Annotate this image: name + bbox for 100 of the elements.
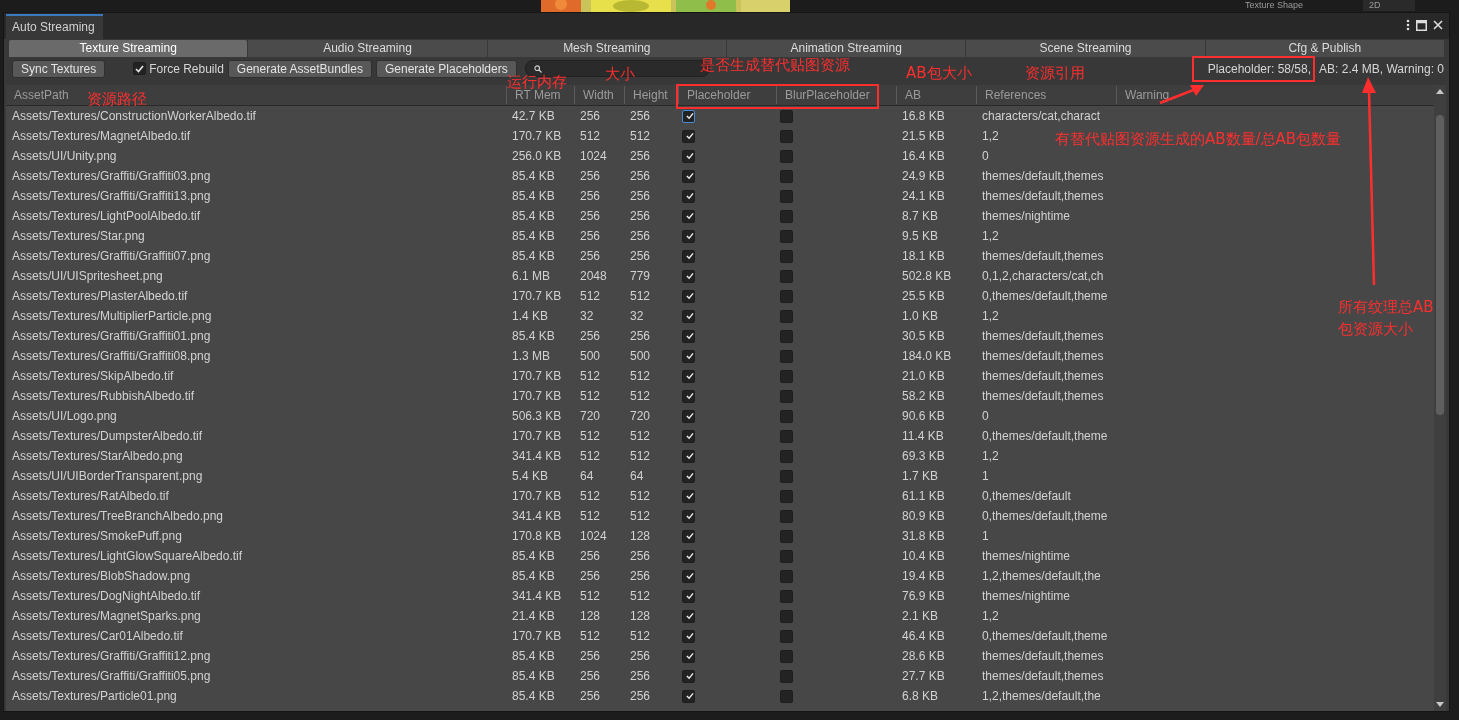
checkbox[interactable] [682,189,695,203]
checkbox[interactable] [682,529,695,543]
checkbox[interactable] [780,389,793,403]
checkbox[interactable] [682,409,695,423]
table-cell-text: Assets/Textures/RubbishAlbedo.tif [11,389,195,403]
column-header[interactable]: BlurPlaceholder [781,88,870,102]
checkbox[interactable] [682,609,695,623]
checkbox[interactable] [682,249,695,263]
column-header[interactable]: Placeholder [683,88,751,102]
more-icon[interactable] [1406,19,1410,31]
checkbox[interactable] [682,229,695,243]
checkbox[interactable] [780,289,793,303]
checkbox[interactable] [780,649,793,663]
checkbox[interactable] [682,469,695,483]
checkbox[interactable] [682,209,695,223]
checkbox[interactable] [780,109,793,123]
checkbox[interactable] [682,109,695,123]
tab[interactable]: Texture Streaming [9,40,248,57]
checkbox[interactable] [780,509,793,523]
table-cell-text: Assets/Textures/Car01Albedo.tif [11,629,183,643]
column-header[interactable]: AB [901,88,921,102]
column-header[interactable]: Warning [1121,88,1170,102]
checkbox[interactable] [780,609,793,623]
checkbox[interactable] [682,629,695,643]
checkbox[interactable] [780,589,793,603]
checkbox[interactable] [780,669,793,683]
checkbox[interactable] [682,569,695,583]
checkbox[interactable] [780,629,793,643]
checkbox[interactable] [682,269,695,283]
tab[interactable]: Mesh Streaming [487,40,726,57]
checkbox[interactable] [780,529,793,543]
table-cell-text: 85.4 KB [511,329,555,343]
inspector-dropdown[interactable]: 2D [1363,0,1416,11]
close-icon[interactable] [1433,20,1443,30]
scroll-down-icon[interactable] [1436,702,1444,707]
checkbox[interactable] [780,169,793,183]
checkbox[interactable] [780,349,793,363]
checkbox[interactable] [780,149,793,163]
checkbox[interactable] [682,649,695,663]
checkbox[interactable] [682,489,695,503]
checkbox[interactable] [682,389,695,403]
checkbox[interactable] [780,369,793,383]
checkbox[interactable] [780,689,793,703]
checkbox[interactable] [682,689,695,703]
table-cell-text: 18.1 KB [901,249,945,263]
tab[interactable]: Audio Streaming [248,40,487,57]
maximize-icon[interactable] [1416,19,1427,31]
checkbox[interactable] [682,509,695,523]
table-cell-text: 1 [981,529,989,543]
checkbox[interactable] [682,169,695,183]
checkbox[interactable] [682,349,695,363]
checkbox[interactable] [780,489,793,503]
checkbox[interactable] [780,229,793,243]
checkbox[interactable] [682,669,695,683]
checkbox[interactable] [780,209,793,223]
checkbox[interactable] [780,429,793,443]
table-cell-text: 1.7 KB [901,469,939,483]
column-header[interactable]: References [981,88,1047,102]
checkbox[interactable] [682,309,695,323]
window-tab[interactable]: Auto Streaming [6,14,103,39]
column-header[interactable]: Width [579,88,614,102]
checkbox[interactable] [682,429,695,443]
toolbar-button[interactable]: Sync Textures [12,59,106,78]
column-header[interactable]: RT Mem [511,88,561,102]
table-cell-text: 1,2 [981,309,999,323]
checkbox[interactable] [780,309,793,323]
checkbox[interactable] [682,369,695,383]
checkbox[interactable] [780,449,793,463]
checkbox[interactable] [780,249,793,263]
checkbox[interactable] [682,589,695,603]
checkbox[interactable] [780,469,793,483]
column-header[interactable]: AssetPath [10,88,69,102]
checkbox[interactable] [682,329,695,343]
table-cell-text: themes/nightime [981,209,1071,223]
checkbox[interactable] [780,409,793,423]
tab[interactable]: Cfg & Publish [1205,40,1444,57]
checkbox[interactable] [682,149,695,163]
checkbox[interactable] [682,449,695,463]
tab[interactable]: Scene Streaming [966,40,1205,57]
table-cell-text: 6.1 MB [511,269,550,283]
checkbox[interactable] [780,549,793,563]
table-cell-text: 128 [579,609,601,623]
checkbox[interactable] [682,289,695,303]
checkbox[interactable] [780,129,793,143]
tab[interactable]: Animation Streaming [727,40,966,57]
inspector-label: Texture Shape [1245,0,1304,11]
checkbox[interactable] [682,549,695,563]
checkbox[interactable] [780,569,793,583]
scroll-up-icon[interactable] [1436,89,1444,94]
table-cell-text: 256 [629,209,651,223]
checkbox[interactable] [133,62,147,75]
toolbar-button[interactable]: Generate AssetBundles [227,59,372,78]
column-header[interactable]: Height [629,88,668,102]
table-cell-text: 512 [579,129,601,143]
checkbox[interactable] [780,329,793,343]
scroll-thumb[interactable] [1436,115,1444,415]
table-cell-text: 512 [579,369,601,383]
checkbox[interactable] [780,269,793,283]
checkbox[interactable] [780,189,793,203]
checkbox[interactable] [682,129,695,143]
